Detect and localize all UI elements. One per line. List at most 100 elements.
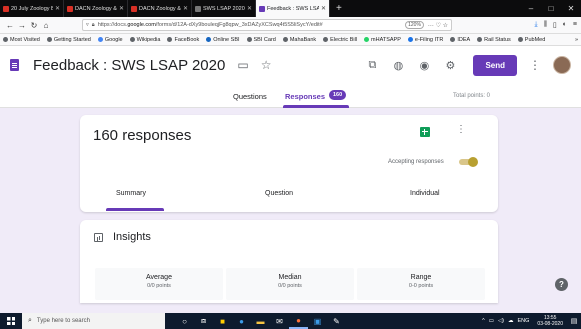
volume-icon[interactable]: ◁) bbox=[498, 318, 504, 324]
form-title[interactable]: Feedback : SWS LSAP 2020 bbox=[33, 57, 225, 74]
bookmark-item[interactable]: Rail Status bbox=[477, 37, 511, 43]
bookmark-item[interactable]: Most Visited bbox=[3, 37, 40, 43]
close-icon[interactable]: ✕ bbox=[119, 5, 124, 12]
network-icon[interactable]: ▭ bbox=[489, 318, 494, 324]
start-button[interactable] bbox=[0, 317, 22, 325]
menu-icon[interactable]: ≡ bbox=[573, 21, 577, 29]
file-explorer-icon[interactable]: ▬ bbox=[251, 313, 270, 329]
bookmark-item[interactable]: PubMed bbox=[517, 36, 546, 43]
edge-icon[interactable]: ● bbox=[232, 313, 251, 329]
mail-icon[interactable]: ✉ bbox=[270, 313, 289, 329]
cortana-icon[interactable]: ○ bbox=[175, 313, 194, 329]
bookmark-item[interactable]: IDEA bbox=[450, 37, 470, 43]
onedrive-icon[interactable]: ☁ bbox=[508, 318, 514, 324]
tab-questions[interactable]: Questions bbox=[233, 92, 267, 101]
tab-favicon-icon bbox=[195, 5, 201, 12]
browser-tab[interactable]: SWS LSAP 2020 BROCHURE.cdr ✕ bbox=[192, 0, 256, 17]
taskbar-search-box[interactable]: ⌕ Type here to search bbox=[22, 313, 165, 329]
bookmark-label: PubMed bbox=[524, 36, 546, 43]
tab-favicon-icon bbox=[3, 5, 9, 12]
system-tray: ^ ▭ ◁) ☁ ENG 13:55 03-08-2020 ▤ bbox=[482, 315, 581, 327]
palette-icon[interactable]: ◍ bbox=[385, 59, 411, 72]
extension-icon[interactable]: ◐ bbox=[563, 21, 567, 29]
header-actions: ⧉ ◍ ◉ ⚙ Send ⋮ bbox=[359, 54, 571, 76]
send-button[interactable]: Send bbox=[473, 54, 517, 76]
avatar[interactable] bbox=[553, 56, 571, 74]
search-icon: ⌕ bbox=[28, 317, 32, 324]
bookmark-item[interactable]: SBI Card bbox=[246, 37, 276, 43]
bookmark-item[interactable]: Electric Bill bbox=[323, 37, 357, 43]
tab-question[interactable]: Question bbox=[265, 190, 293, 197]
library-icon[interactable]: ⫼ bbox=[544, 21, 547, 29]
bookmark-item[interactable]: Online SBI bbox=[206, 36, 240, 43]
bookmark-item[interactable]: MahaBank bbox=[282, 37, 316, 43]
reload-icon[interactable]: ↻ bbox=[28, 21, 40, 30]
bookmark-item[interactable]: FaceBook bbox=[167, 37, 199, 43]
zoom-level-badge[interactable]: 120% bbox=[405, 21, 424, 29]
toggle-knob bbox=[468, 157, 478, 167]
gear-icon bbox=[3, 37, 8, 42]
stat-value: 0-0 points bbox=[408, 283, 434, 289]
close-icon[interactable]: ✕ bbox=[55, 5, 60, 12]
globe-icon bbox=[46, 37, 52, 42]
maximize-button[interactable]: □ bbox=[541, 4, 561, 13]
forms-logo-icon[interactable] bbox=[10, 59, 19, 71]
median-stat: Median 0/0 points bbox=[226, 268, 354, 300]
download-icon[interactable]: ⤓ bbox=[534, 21, 537, 29]
browser-tab[interactable]: DACN Zoology & Botany ✕ bbox=[128, 0, 192, 17]
forms-favicon-icon bbox=[259, 5, 265, 12]
page-actions-icon[interactable]: ··· ♡ ☆ bbox=[428, 22, 448, 29]
clock[interactable]: 13:55 03-08-2020 bbox=[537, 315, 563, 327]
folder-icon[interactable]: ▭ bbox=[237, 58, 248, 72]
bookmark-item[interactable]: Google bbox=[97, 37, 123, 43]
minimize-button[interactable]: – bbox=[521, 4, 541, 13]
close-icon[interactable]: ✕ bbox=[321, 5, 326, 12]
bookmark-item[interactable]: mHATSAPP bbox=[364, 37, 401, 43]
bookmark-item[interactable]: Wikipedia bbox=[129, 37, 160, 43]
tab-responses[interactable]: Responses bbox=[285, 92, 325, 101]
tab-individual[interactable]: Individual bbox=[410, 190, 440, 197]
photos-icon[interactable]: ▣ bbox=[308, 313, 327, 329]
insights-card: Insights Average 0/0 points Median 0/0 p… bbox=[80, 220, 498, 303]
bookmark-label: Online SBI bbox=[213, 36, 240, 43]
settings-gear-icon[interactable]: ⚙ bbox=[437, 59, 463, 72]
store-icon[interactable]: ■ bbox=[213, 313, 232, 329]
more-options-icon[interactable]: ⋮ bbox=[529, 58, 541, 72]
browser-tab-active[interactable]: Feedback : SWS LSAP 2020 ✕ bbox=[256, 0, 330, 17]
address-bar[interactable]: ▿ 🔒︎ https://docs. google.com/forms/d/12A… bbox=[82, 19, 452, 31]
help-icon[interactable]: ? bbox=[555, 278, 568, 291]
bank-icon bbox=[206, 37, 212, 42]
sheets-icon[interactable] bbox=[420, 127, 430, 137]
notifications-icon[interactable]: ▤ bbox=[567, 317, 581, 325]
responses-card: 160 responses ⋮ Accepting responses Summ… bbox=[80, 115, 498, 212]
preview-eye-icon[interactable]: ◉ bbox=[411, 59, 437, 72]
stat-label: Range bbox=[410, 274, 432, 281]
chevron-up-icon[interactable]: ^ bbox=[482, 318, 485, 324]
pen-icon[interactable]: ✎ bbox=[327, 313, 346, 329]
bookmarks-overflow-button[interactable]: » bbox=[575, 37, 578, 43]
new-tab-button[interactable]: + bbox=[330, 0, 348, 17]
bookmark-item[interactable]: e-Filing ITR bbox=[407, 37, 443, 43]
star-icon[interactable]: ☆ bbox=[261, 58, 272, 72]
shield-icon: ▿ bbox=[86, 22, 89, 28]
bookmark-item[interactable]: Getting Started bbox=[46, 37, 91, 43]
sidebar-icon[interactable]: ▯ bbox=[553, 21, 557, 29]
close-icon[interactable]: ✕ bbox=[247, 5, 252, 12]
accepting-responses-toggle[interactable] bbox=[459, 157, 478, 167]
close-window-button[interactable]: ✕ bbox=[561, 4, 581, 13]
insights-title: Insights bbox=[113, 231, 151, 243]
browser-tab[interactable]: DACN Zoology & Botany ✕ bbox=[64, 0, 128, 17]
home-icon[interactable]: ⌂ bbox=[40, 21, 52, 30]
globe-icon bbox=[450, 37, 456, 42]
close-icon[interactable]: ✕ bbox=[183, 5, 188, 12]
back-arrow-icon[interactable]: ← bbox=[4, 21, 16, 30]
tab-summary[interactable]: Summary bbox=[116, 190, 146, 197]
more-options-icon[interactable]: ⋮ bbox=[456, 124, 466, 135]
navigation-bar: ← → ↻ ⌂ ▿ 🔒︎ https://docs. google.com/for… bbox=[0, 17, 581, 34]
forward-arrow-icon[interactable]: → bbox=[16, 21, 28, 30]
language-indicator[interactable]: ENG bbox=[518, 318, 530, 324]
browser-tab[interactable]: 20 July Zoology Botany - ex ✕ bbox=[0, 0, 64, 17]
firefox-icon[interactable]: ● bbox=[289, 313, 308, 329]
task-view-icon[interactable]: ⧈ bbox=[194, 313, 213, 329]
addons-puzzle-icon[interactable]: ⧉ bbox=[359, 59, 385, 72]
